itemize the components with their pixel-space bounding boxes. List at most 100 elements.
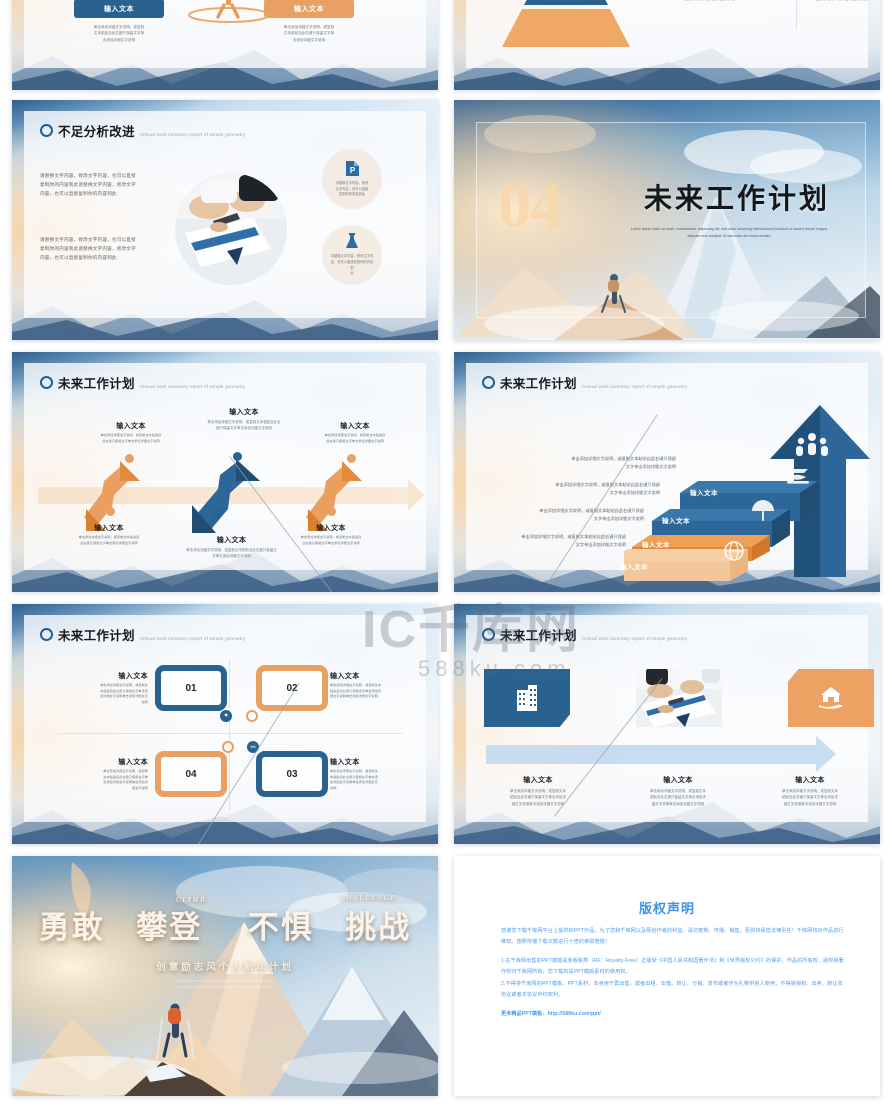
node-label-4: 输入文本 bbox=[94, 525, 124, 532]
card-caption-3: 输入文本 单击添加详细文字说明，或复制文本 粘贴自此右键只保留文字单击添加详 细… bbox=[750, 775, 870, 807]
card-caption-1: 输入文本 单击添加详细文字说明，或复制文本 粘贴自此右键只保留文字单击添加详 细… bbox=[478, 775, 598, 807]
page-subtitle: Annual work summary report of simple geo… bbox=[139, 383, 246, 389]
slide-content-card: 不足分析改进 Annual work summary report of sim… bbox=[24, 111, 426, 318]
node-dot-5 bbox=[213, 509, 222, 518]
node-group-4[interactable]: 输入文本 单击添加详细文字说明，或复制文本粘贴自 此右键只保留文字单击添加详细文… bbox=[54, 523, 164, 546]
slide-three-cards[interactable]: 未来工作计划 Annual work summary report of sim… bbox=[454, 604, 880, 844]
slide-thumbnail-top-right[interactable]: 单击添加详细文字说明，或复制文本 粘贴自此右键只保留文字单击添加详 细文字说明单… bbox=[454, 0, 880, 90]
paragraph-left: 单击添加详细文字说明，或复制 文本粘贴自此右键只保留文字单 击添加详细文字说明 bbox=[93, 25, 145, 42]
poster-title-d: 挑战 bbox=[345, 910, 412, 945]
number-box-03[interactable]: 03 bbox=[256, 751, 328, 797]
center-horizontal-divider bbox=[58, 733, 402, 734]
card-desc-2: 单击添加详细文字说明，或复制文本 粘贴自此右键只保留文字单击添加详 细文字说明单… bbox=[650, 789, 706, 806]
poster-subtitle: 创意励志风个人新年计划 bbox=[156, 963, 294, 973]
node-group-6[interactable]: 输入文本 单击添加详细文字说明，或复制文本粘贴自 此右键只保留文字单击添加详细文… bbox=[276, 523, 386, 546]
pyramid-chart bbox=[502, 0, 630, 47]
page-subtitle: Annual work summary report of simple geo… bbox=[581, 383, 688, 389]
stairs-arrow-graphic bbox=[624, 405, 870, 581]
poster-title-a: 勇敢 bbox=[38, 910, 105, 945]
meeting-photo bbox=[175, 173, 287, 285]
slide-header: 未来工作计划 Annual work summary report of sim… bbox=[40, 628, 245, 642]
box-desc-03: 单击添加详细文字说明，或复制文 本粘贴自此右键只保留文字单击添 加详细文字说明单… bbox=[330, 769, 378, 791]
house-hand-icon bbox=[819, 687, 843, 709]
slide-gap-analysis[interactable]: 不足分析改进 Annual work summary report of sim… bbox=[12, 100, 438, 340]
node-desc-4: 单击添加详细文字说明，或复制文本粘贴自 此右键只保留文字单击添加详细文字说明 bbox=[78, 535, 140, 545]
slide-header: 未来工作计划 Annual work summary report of sim… bbox=[40, 376, 245, 390]
node-dot-6 bbox=[327, 507, 336, 516]
box-label-02: 输入文本 bbox=[330, 673, 360, 680]
document-icon: P bbox=[345, 160, 359, 176]
slide-content-card: 未来工作计划 Annual work summary report of sim… bbox=[466, 615, 874, 822]
box-text-01: 输入文本 单击添加详细文字说明，或复制文 本粘贴自此右键只保留文字单击添 加详细… bbox=[48, 671, 148, 706]
slide-four-boxes[interactable]: 未来工作计划 Annual work summary report of sim… bbox=[12, 604, 438, 844]
meeting-photo-icon bbox=[636, 669, 722, 727]
poster-title-c: 不惧 bbox=[247, 910, 314, 945]
pill-label-left[interactable]: 输入文本 bbox=[74, 0, 164, 18]
card-caption-2: 输入文本 单击添加详细文字说明，或复制文本 粘贴自此右键只保留文字单击添加详 细… bbox=[618, 775, 738, 807]
photo-circle bbox=[175, 173, 287, 285]
box-desc-02: 单击添加详细文字说明，或复制文本 粘贴自此右键只保留文字单击添加详 细文字说明单… bbox=[330, 683, 382, 699]
node-desc-1: 单击添加详细文字说明，或复制文本粘贴自 此右键只保留文字单击添加详细文字说明 bbox=[100, 433, 162, 443]
pill-label-right[interactable]: 输入文本 bbox=[264, 0, 354, 18]
node-label-1: 输入文本 bbox=[116, 423, 146, 430]
poster-en-climb: CLIMB bbox=[176, 896, 207, 904]
box-label-01: 输入文本 bbox=[118, 673, 148, 680]
climber-orange-illustration bbox=[188, 0, 270, 23]
column-divider bbox=[796, 0, 797, 29]
zigzag-arrow-2 bbox=[192, 459, 260, 533]
number-box-02[interactable]: 02 bbox=[256, 665, 328, 711]
slide-fishbone-timeline[interactable]: 未来工作计划 Annual work summary report of sim… bbox=[12, 352, 438, 592]
copyright-title: 版权声明 bbox=[638, 901, 695, 916]
bubble-text-2: 请替换文字内容，修改文字内 容，也可以直接复制你的内容到 此 bbox=[330, 253, 374, 276]
screenshot-root: 输入文本 输入文本 单击添加详细文字说明，或复制 文本粘贴自此右键只保留文字单 … bbox=[0, 0, 892, 1106]
slide-content-card: 单击添加详细文字说明，或复制文本 粘贴自此右键只保留文字单击添加详 细文字说明单… bbox=[466, 0, 870, 68]
info-bubble-2[interactable]: 请替换文字内容，修改文字内 容，也可以直接复制你的内容到 此 bbox=[322, 225, 382, 285]
card-label-2: 输入文本 bbox=[663, 777, 693, 784]
ring-icon bbox=[482, 628, 495, 641]
slide-closing-poster[interactable]: 勇敢 攀登 不惧 挑战 CLIMB CHALLENGE 创意励志风个人新年计划 … bbox=[12, 856, 438, 1096]
card-1[interactable] bbox=[484, 669, 570, 727]
page-title: 未来工作计划 bbox=[58, 628, 135, 643]
slide-copyright[interactable]: 版权声明 感谢您下载千库网平台上提供的PPT作品，为了您和千库网以及原创作者的利… bbox=[454, 856, 880, 1096]
paragraph-1: 请替换文字内容，修改文字内容，也可以直接 复制你的内容到此请替换文字内容，修改文… bbox=[40, 173, 136, 197]
slide-content-card: 未来工作计划 Annual work summary report of sim… bbox=[24, 363, 426, 570]
slide-content-card: 输入文本 输入文本 单击添加详细文字说明，或复制 文本粘贴自此右键只保留文字单 … bbox=[24, 0, 426, 68]
slide-stairs-arrow[interactable]: 未来工作计划 Annual work summary report of sim… bbox=[454, 352, 880, 592]
info-bubble-1[interactable]: P 请替换文字内容，修改 文字内容，也可以直接 复制你的内容到此 bbox=[322, 149, 382, 209]
poster-title-b: 攀登 bbox=[136, 910, 203, 945]
section-number: 04 bbox=[498, 168, 563, 242]
box-desc-04: 单击添加详细文字说明，或复制 文本粘贴自此右键只保留文字单 击添加详细文字说明单… bbox=[103, 769, 148, 791]
node-group-3[interactable]: 输入文本 单击添加详细文字说明，或复制文本粘贴自 此右键只保留文字单击添加详细文… bbox=[300, 421, 410, 444]
card-desc-1: 单击添加详细文字说明，或复制文本 粘贴自此右键只保留文字单击添加详 细文字说明单… bbox=[510, 789, 566, 806]
step-desc-1: 单击添加详细文字说明，或复制文本粘贴自此右键只保留 文字单击添加详细文字说明 bbox=[571, 456, 676, 470]
step-desc-4: 单击添加详细文字说明，或复制文本粘贴自此右键只保留 文字单击添加详细文字说明 bbox=[521, 534, 626, 548]
node-label-3: 输入文本 bbox=[340, 423, 370, 430]
slide-section-divider[interactable]: 04 未来工作计划 Lorem ipsum dolor sit amet, co… bbox=[454, 100, 880, 340]
page-subtitle: Annual work summary report of simple geo… bbox=[139, 131, 246, 137]
card-2-photo[interactable] bbox=[636, 669, 722, 727]
number-box-04[interactable]: 04 bbox=[155, 751, 227, 797]
copyright-paragraph-3: 2.不得将千库网的PPT模板、PPT素材，本身用于再出售，或者出租、出借、转让、… bbox=[501, 980, 843, 999]
card-label-3: 输入文本 bbox=[795, 777, 825, 784]
number-box-01[interactable]: 01 bbox=[155, 665, 227, 711]
center-vertical-divider bbox=[229, 659, 230, 811]
process-arrow-head bbox=[816, 736, 836, 772]
node-dot-4 bbox=[106, 507, 115, 516]
card-3[interactable] bbox=[788, 669, 874, 727]
step-label-3: 输入文本 bbox=[642, 542, 670, 549]
node-group-1[interactable]: 输入文本 单击添加详细文字说明，或复制文本粘贴自 此右键只保留文字单击添加详细文… bbox=[76, 421, 186, 444]
box-desc-01: 单击添加详细文字说明，或复制文 本粘贴自此右键只保留文字单击添 加详细文字说明单… bbox=[100, 683, 148, 705]
node-dot-3 bbox=[347, 454, 356, 463]
node-dot-1 bbox=[125, 454, 134, 463]
poster-title: 勇敢 攀登 不惧 挑战 bbox=[12, 912, 438, 943]
flask-icon bbox=[346, 232, 358, 248]
node-label-2: 输入文本 bbox=[229, 409, 259, 416]
box-text-03: 输入文本 单击添加详细文字说明，或复制文 本粘贴自此右键只保留文字单击添 加详细… bbox=[330, 757, 430, 792]
ring-icon bbox=[40, 376, 53, 389]
slide-thumbnail-top-left[interactable]: 输入文本 输入文本 单击添加详细文字说明，或复制 文本粘贴自此右键只保留文字单 … bbox=[12, 0, 438, 90]
slide-content-card: 未来工作计划 Annual work summary report of sim… bbox=[466, 363, 870, 581]
poster-tiny-text: Lorem ipsum dolor sit amet consectetuer … bbox=[177, 979, 273, 990]
slide-header: 未来工作计划 Annual work summary report of sim… bbox=[482, 628, 687, 642]
node-group-2[interactable]: 输入文本 单击添加详细文字说明，或复制文本粘贴自此右 键只保留文字单击添加详细文… bbox=[176, 407, 312, 432]
copyright-paragraph-1: 感谢您下载千库网平台上提供的PPT作品，为了您和千库网以及原创作者的利益，请勿复… bbox=[501, 928, 844, 946]
